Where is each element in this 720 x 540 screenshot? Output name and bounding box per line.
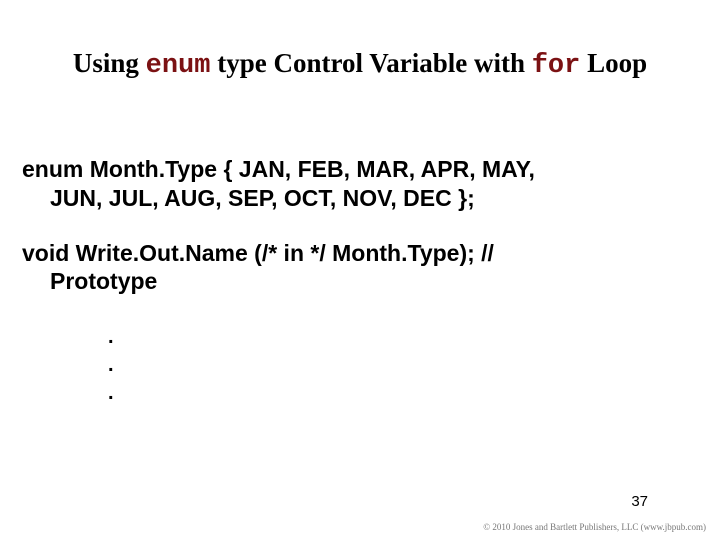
- ellipsis-dots: . . .: [108, 322, 698, 406]
- code-text: JUN, JUL, AUG, SEP, OCT, NOV, DEC };: [50, 185, 475, 211]
- dot: .: [108, 378, 698, 406]
- copyright-text: © 2010 Jones and Bartlett Publishers, LL…: [483, 522, 706, 532]
- slide-title: Using enum type Control Variable with fo…: [24, 48, 696, 81]
- code-text: void Write.Out.Name (/* in */ Month.Type…: [22, 240, 494, 266]
- code-block-enum: enum Month.Type { JAN, FEB, MAR, APR, MA…: [22, 155, 698, 213]
- title-text-post: Loop: [580, 48, 647, 78]
- keyword-for: for: [532, 51, 581, 81]
- code-text: enum Month.Type { JAN, FEB, MAR, APR, MA…: [22, 156, 535, 182]
- page-number: 37: [631, 493, 648, 510]
- slide-body: enum Month.Type { JAN, FEB, MAR, APR, MA…: [22, 155, 698, 406]
- code-text: Prototype: [50, 268, 157, 294]
- title-text-mid: type Control Variable with: [210, 48, 531, 78]
- keyword-enum: enum: [146, 51, 211, 81]
- dot: .: [108, 350, 698, 378]
- title-text-pre: Using: [73, 48, 146, 78]
- slide: Using enum type Control Variable with fo…: [0, 0, 720, 540]
- code-block-prototype: void Write.Out.Name (/* in */ Month.Type…: [22, 239, 698, 297]
- dot: .: [108, 322, 698, 350]
